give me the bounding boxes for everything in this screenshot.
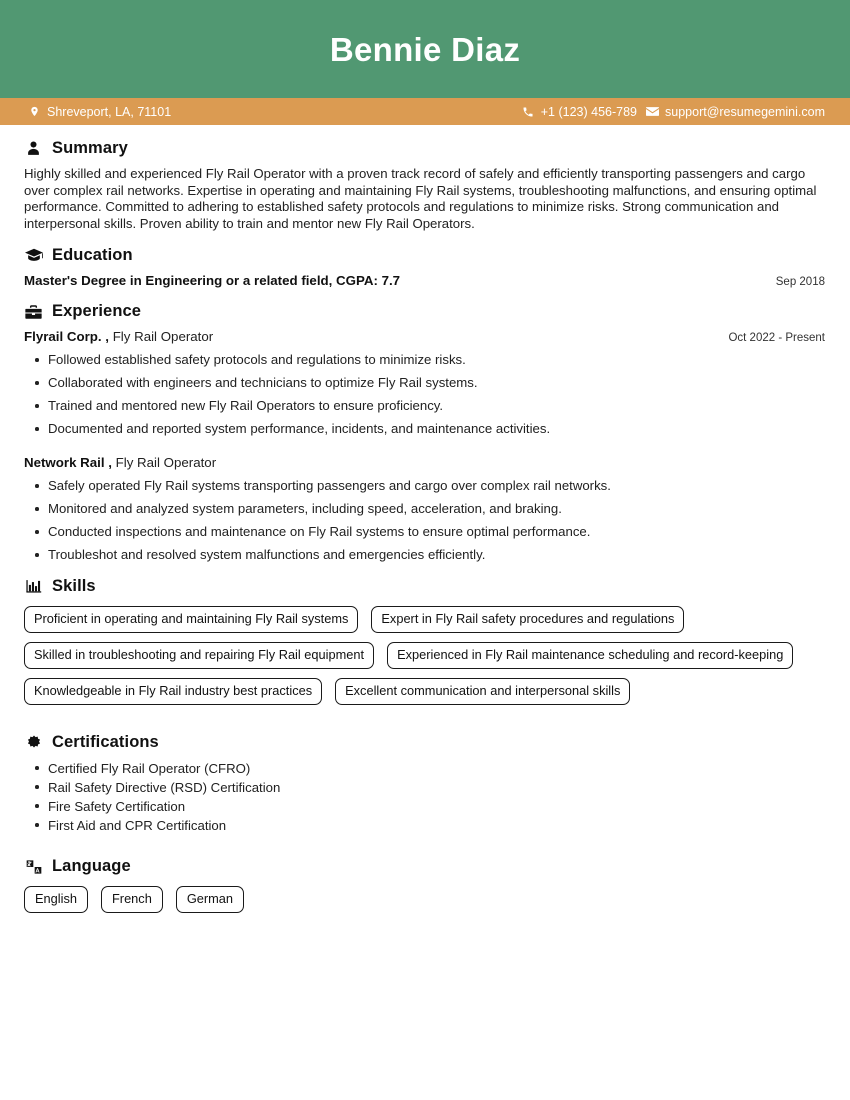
- skill-pill: Proficient in operating and maintaining …: [24, 606, 359, 633]
- contact-location: Shreveport, LA, 71101: [28, 105, 171, 119]
- section-experience: Experience Flyrail Corp. , Fly Rail Oper…: [24, 302, 825, 563]
- section-title-experience: Experience: [52, 302, 142, 320]
- experience-job-header: Network Rail , Fly Rail Operator: [24, 455, 825, 470]
- contact-email[interactable]: support@resumegemini.com: [646, 105, 825, 119]
- skill-pill: Excellent communication and interpersona…: [335, 678, 631, 705]
- experience-bullet-list: Followed established safety protocols an…: [24, 352, 825, 437]
- phone-text: +1 (123) 456-789: [540, 104, 638, 119]
- list-item: Conducted inspections and maintenance on…: [24, 524, 825, 540]
- experience-job-header: Flyrail Corp. , Fly Rail Operator Oct 20…: [24, 329, 825, 344]
- location-text: Shreveport, LA, 71101: [47, 104, 172, 119]
- page-title: Bennie Diaz: [329, 30, 521, 68]
- experience-job: Network Rail , Fly Rail Operator Safely …: [24, 455, 825, 563]
- education-date: Sep 2018: [775, 276, 825, 288]
- education-header: Education: [24, 246, 825, 265]
- summary-header: Summary: [24, 139, 825, 158]
- bar-chart-icon: [24, 577, 43, 596]
- section-certifications: Certifications Certified Fly Rail Operat…: [24, 733, 825, 835]
- resume-body: Summary Highly skilled and experienced F…: [0, 139, 850, 913]
- section-title-education: Education: [52, 246, 133, 264]
- language-pill-list: English French German: [24, 886, 825, 913]
- list-item: Fire Safety Certification: [24, 798, 825, 816]
- user-icon: [24, 139, 43, 158]
- skills-pill-list: Proficient in operating and maintaining …: [24, 606, 825, 705]
- experience-header: Experience: [24, 302, 825, 321]
- resume-header-banner: Bennie Diaz: [0, 0, 850, 98]
- skill-pill: Experienced in Fly Rail maintenance sche…: [387, 642, 794, 669]
- list-item: Troubleshot and resolved system malfunct…: [24, 547, 825, 563]
- award-badge-icon: [24, 733, 43, 752]
- section-language: Language English French German: [24, 857, 825, 913]
- section-title-summary: Summary: [52, 139, 128, 157]
- section-title-language: Language: [52, 857, 131, 875]
- section-title-skills: Skills: [52, 577, 96, 595]
- section-education: Education Master's Degree in Engineering…: [24, 246, 825, 288]
- list-item: Safely operated Fly Rail systems transpo…: [24, 478, 825, 494]
- section-skills: Skills Proficient in operating and maint…: [24, 577, 825, 705]
- experience-date: Oct 2022 - Present: [728, 332, 825, 344]
- section-summary: Summary Highly skilled and experienced F…: [24, 139, 825, 232]
- list-item: Rail Safety Directive (RSD) Certificatio…: [24, 779, 825, 797]
- experience-role: Fly Rail Operator: [112, 329, 214, 344]
- education-degree: Master's Degree in Engineering or a rela…: [24, 273, 401, 288]
- language-header: Language: [24, 857, 825, 876]
- phone-icon: [522, 105, 535, 118]
- contact-bar: Shreveport, LA, 71101 +1 (123) 456-789 s…: [0, 98, 850, 125]
- contact-phone[interactable]: +1 (123) 456-789: [522, 105, 637, 119]
- skills-header: Skills: [24, 577, 825, 596]
- map-pin-icon: [28, 105, 41, 118]
- list-item: Collaborated with engineers and technici…: [24, 375, 825, 391]
- certifications-header: Certifications: [24, 733, 825, 752]
- experience-job: Flyrail Corp. , Fly Rail Operator Oct 20…: [24, 329, 825, 437]
- education-entry: Master's Degree in Engineering or a rela…: [24, 273, 825, 288]
- experience-bullet-list: Safely operated Fly Rail systems transpo…: [24, 478, 825, 563]
- briefcase-icon: [24, 302, 43, 321]
- skill-pill: Knowledgeable in Fly Rail industry best …: [24, 678, 323, 705]
- language-pill: English: [24, 886, 88, 913]
- experience-role: Fly Rail Operator: [115, 455, 217, 470]
- section-title-certifications: Certifications: [52, 733, 159, 751]
- list-item: Documented and reported system performan…: [24, 421, 825, 437]
- summary-text: Highly skilled and experienced Fly Rail …: [24, 166, 817, 231]
- list-item: First Aid and CPR Certification: [24, 817, 825, 835]
- list-item: Certified Fly Rail Operator (CFRO): [24, 760, 825, 778]
- translate-icon: [24, 857, 43, 876]
- envelope-icon: [646, 105, 660, 118]
- experience-company: Flyrail Corp. ,: [24, 329, 109, 344]
- list-item: Trained and mentored new Fly Rail Operat…: [24, 398, 825, 414]
- list-item: Monitored and analyzed system parameters…: [24, 501, 825, 517]
- language-pill: German: [175, 886, 245, 913]
- list-item: Followed established safety protocols an…: [24, 352, 825, 368]
- language-pill: French: [100, 886, 163, 913]
- experience-company: Network Rail ,: [24, 455, 112, 470]
- skill-pill: Expert in Fly Rail safety procedures and…: [371, 606, 685, 633]
- certifications-list: Certified Fly Rail Operator (CFRO) Rail …: [24, 760, 825, 835]
- skill-pill: Skilled in troubleshooting and repairing…: [24, 642, 375, 669]
- graduation-cap-icon: [24, 246, 43, 265]
- email-text: support@resumegemini.com: [665, 104, 825, 119]
